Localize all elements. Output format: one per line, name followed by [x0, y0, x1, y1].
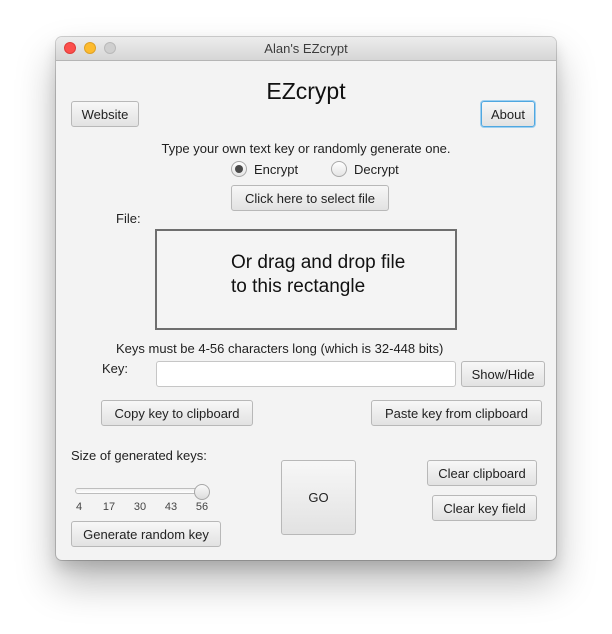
clear-clipboard-button[interactable]: Clear clipboard [427, 460, 537, 486]
title-bar[interactable]: Alan's EZcrypt [56, 37, 556, 61]
file-label: File: [116, 211, 141, 226]
decrypt-label: Decrypt [354, 162, 399, 177]
drop-zone-text: Or drag and drop file to this rectangle [231, 251, 405, 299]
key-size-label: Size of generated keys: [71, 448, 207, 463]
app-window: Alan's EZcrypt EZcrypt Website About Typ… [56, 37, 556, 560]
drop-zone-line-1: Or drag and drop file [231, 252, 406, 273]
file-drop-zone[interactable]: Or drag and drop file to this rectangle [155, 229, 457, 330]
radio-selected-dot [235, 165, 243, 173]
select-file-button[interactable]: Click here to select file [231, 185, 389, 211]
slider-tick-label: 17 [102, 501, 116, 513]
encrypt-label: Encrypt [254, 162, 299, 177]
encrypt-radio[interactable] [231, 161, 247, 177]
key-label: Key: [102, 361, 129, 376]
instructions-text: Type your own text key or randomly gener… [161, 141, 451, 156]
slider-tick-label: 4 [75, 501, 83, 513]
clear-key-field-button[interactable]: Clear key field [432, 495, 537, 521]
window-title: Alan's EZcrypt [264, 41, 348, 56]
paste-key-button[interactable]: Paste key from clipboard [371, 400, 542, 426]
drop-zone-line-2: to this rectangle [231, 276, 366, 297]
website-button[interactable]: Website [71, 101, 139, 127]
about-button[interactable]: About [481, 101, 535, 127]
decrypt-radio[interactable] [331, 161, 347, 177]
slider-tick-label: 30 [133, 501, 147, 513]
slider-tick-label: 43 [164, 501, 178, 513]
generate-random-key-button[interactable]: Generate random key [71, 521, 221, 547]
copy-key-button[interactable]: Copy key to clipboard [101, 400, 253, 426]
slider-tick-label: 56 [195, 501, 209, 513]
slider-track[interactable] [75, 488, 205, 494]
key-input[interactable] [156, 361, 456, 387]
slider-thumb[interactable] [194, 484, 210, 500]
show-hide-button[interactable]: Show/Hide [461, 361, 545, 387]
key-requirements-text: Keys must be 4-56 characters long (which… [116, 341, 444, 356]
go-button[interactable]: GO [281, 460, 356, 535]
